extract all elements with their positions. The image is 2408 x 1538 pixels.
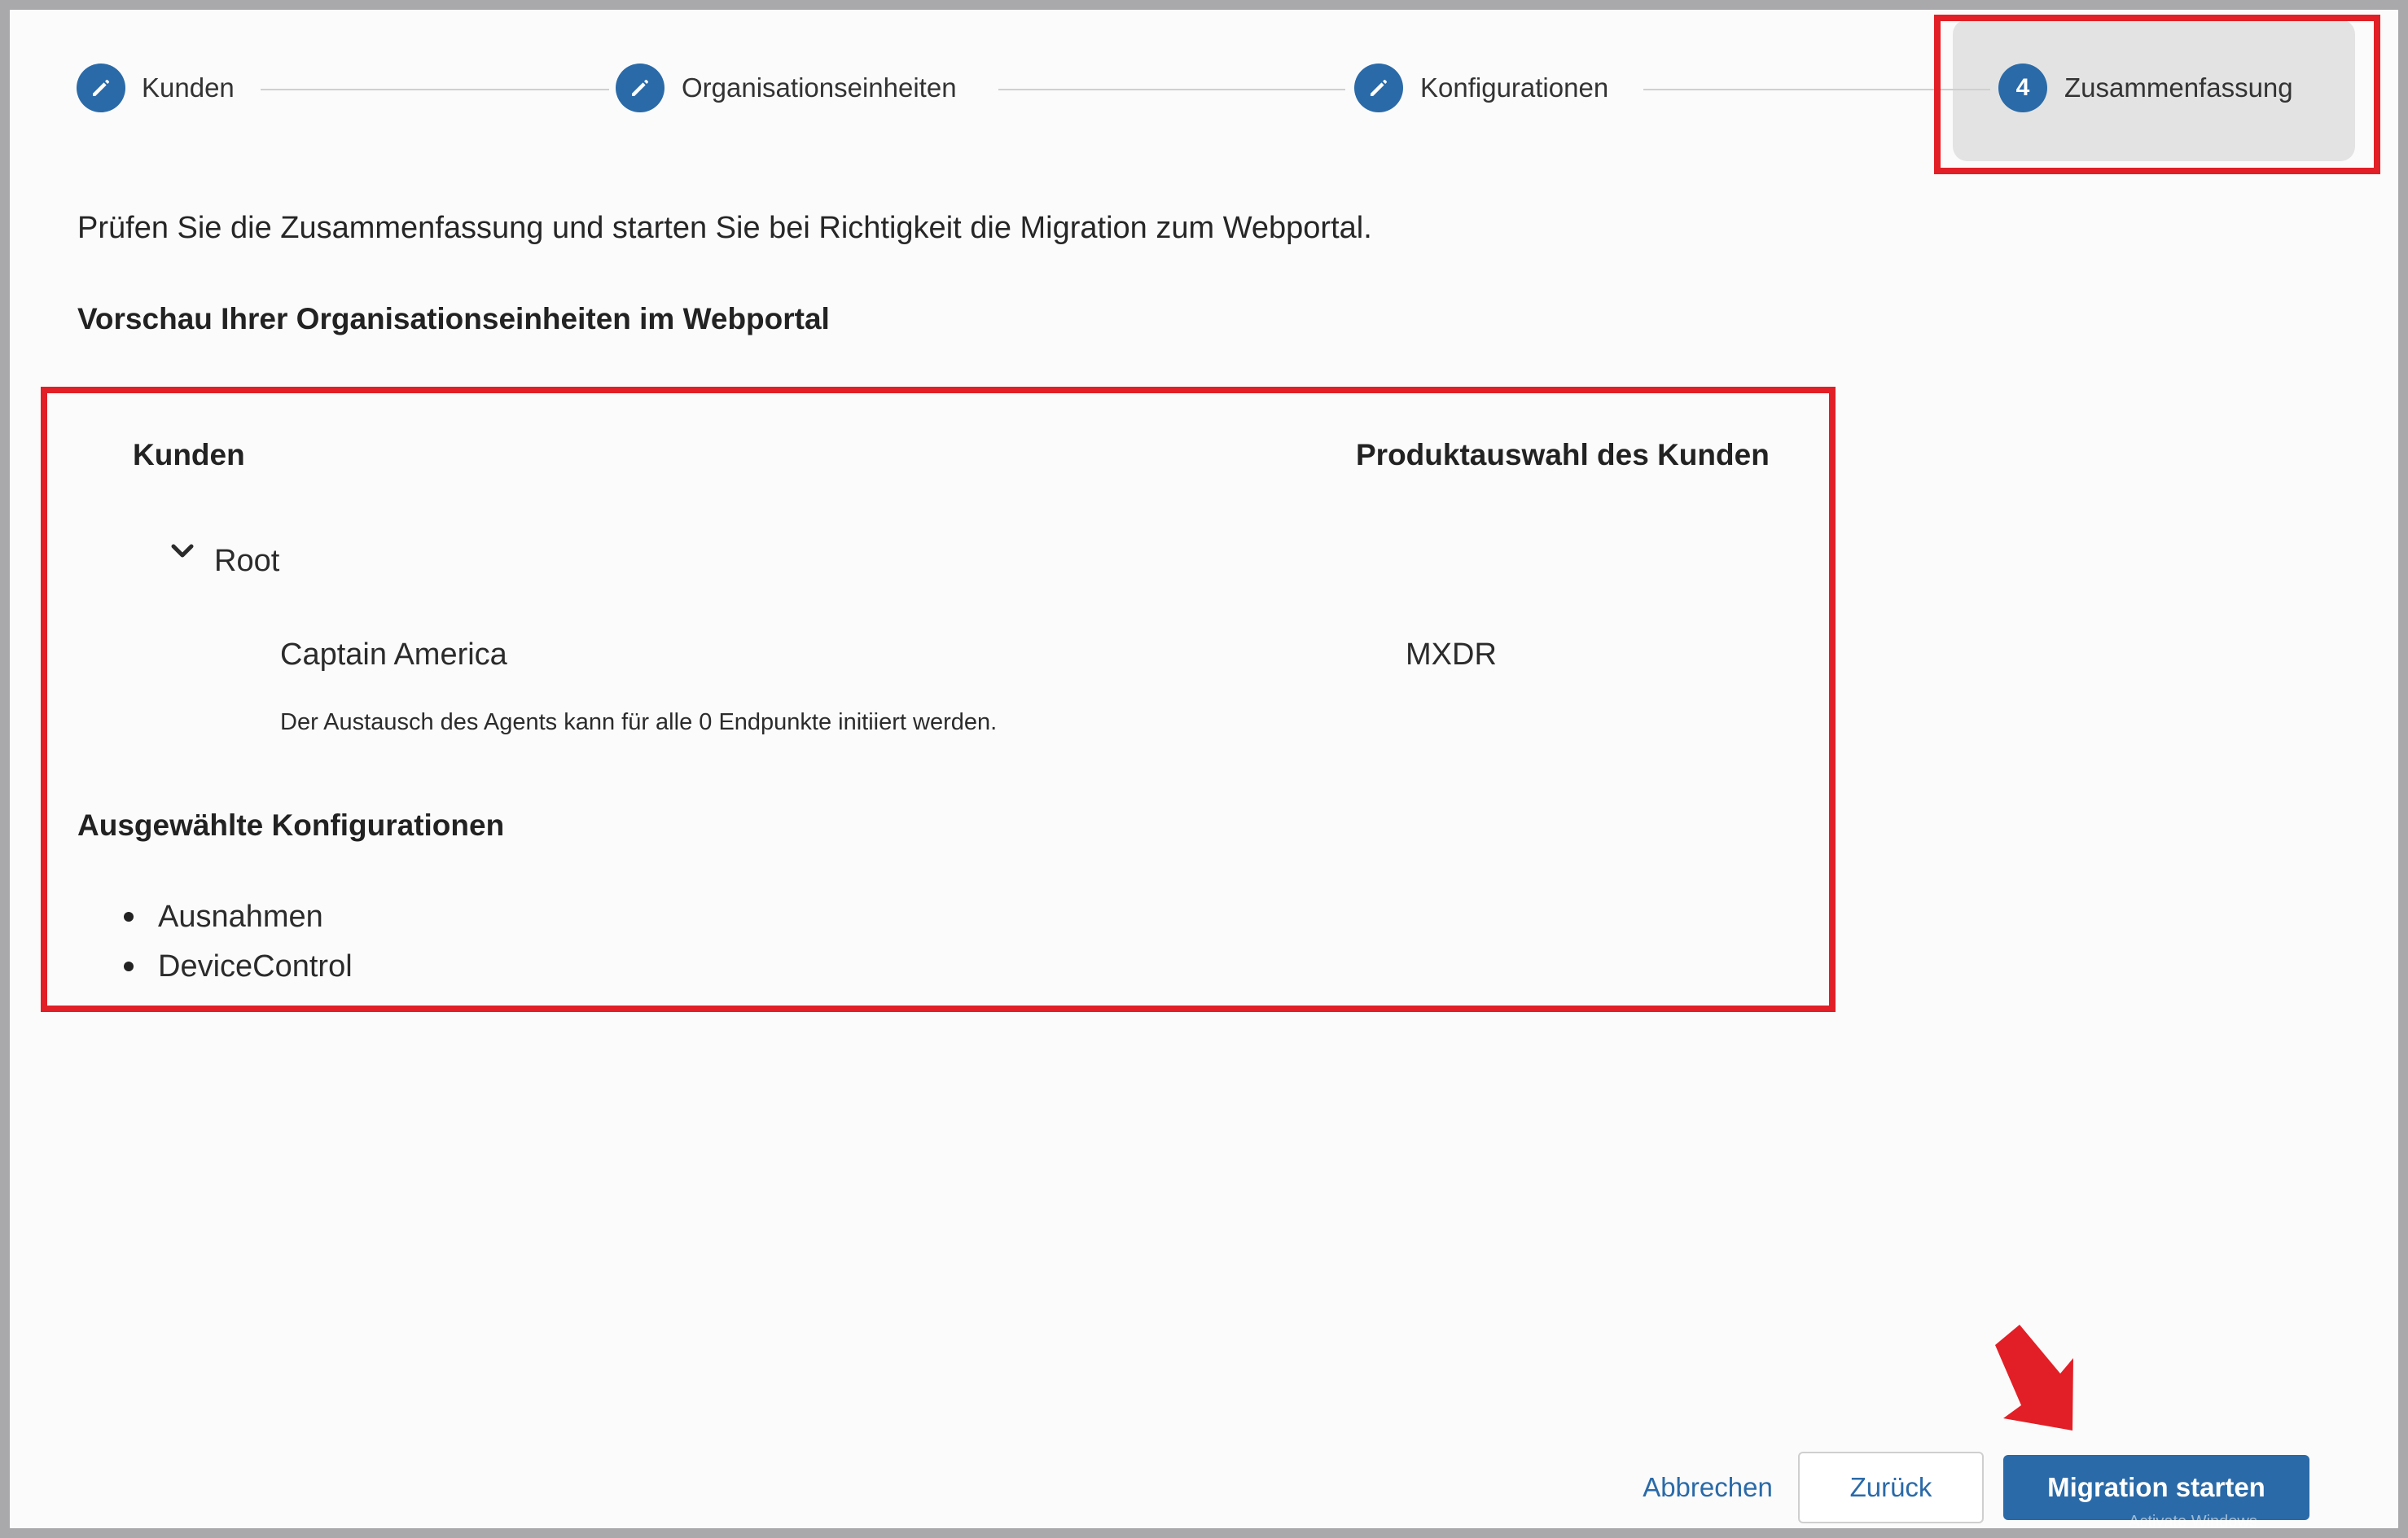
annotation-highlight-preview	[41, 387, 1836, 1012]
pencil-icon[interactable]	[1354, 64, 1403, 112]
pencil-icon[interactable]	[616, 64, 665, 112]
step-label-kunden[interactable]: Kunden	[142, 72, 235, 104]
step-label-konfigurationen[interactable]: Konfigurationen	[1420, 72, 1608, 104]
arrow-down-right-icon	[1995, 1325, 2073, 1431]
annotation-highlight-active-step	[1934, 15, 2380, 174]
cancel-button[interactable]: Abbrechen	[1610, 1455, 1805, 1520]
windows-activation-watermark: Activate Windows	[2129, 1513, 2257, 1528]
start-migration-button[interactable]: Migration starten	[2003, 1455, 2309, 1520]
preview-heading: Vorschau Ihrer Organisationseinheiten im…	[77, 302, 830, 335]
step-connector	[261, 89, 609, 90]
step-connector	[998, 89, 1345, 90]
pencil-icon[interactable]	[77, 64, 125, 112]
intro-text: Prüfen Sie die Zusammenfassung und start…	[77, 211, 1372, 245]
step-label-organisationseinheiten[interactable]: Organisationseinheiten	[682, 72, 957, 104]
back-button[interactable]: Zurück	[1798, 1452, 1984, 1523]
migration-dialog: Kunden Organisationseinheiten Konfigurat…	[10, 10, 2398, 1528]
